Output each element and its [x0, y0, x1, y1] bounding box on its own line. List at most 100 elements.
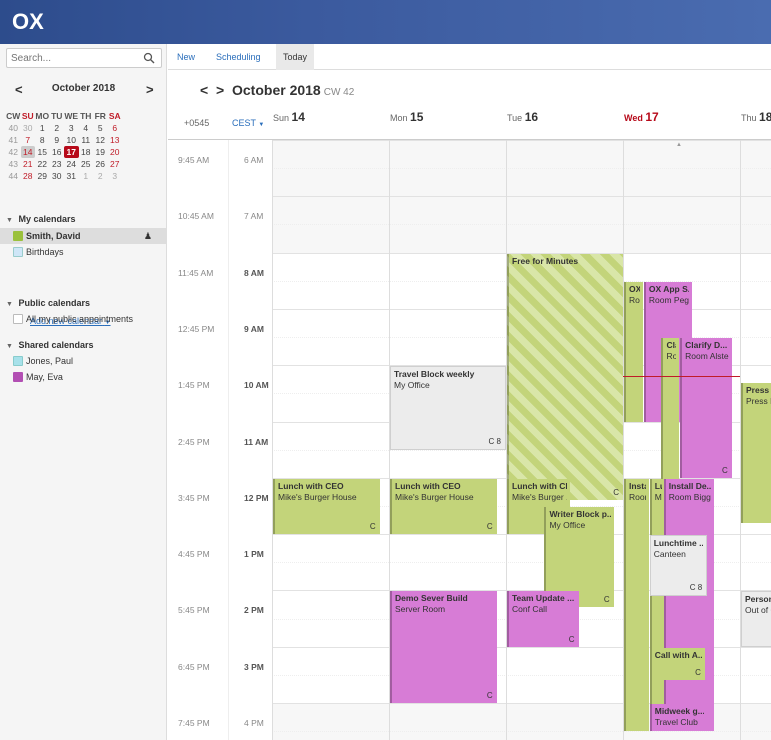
today-button[interactable]: Today [276, 44, 315, 70]
mini-day[interactable]: 14 [20, 146, 35, 158]
appointment[interactable]: OX ARoo [624, 281, 643, 422]
mini-day[interactable]: 27 [108, 158, 123, 170]
appointment[interactable]: Press FPress F [741, 383, 771, 523]
mini-day[interactable]: 1 [79, 170, 94, 182]
public-calendars-header[interactable]: ▼ Public calendars [6, 298, 90, 308]
calendar-item-may[interactable]: May, Eva [0, 369, 166, 385]
calendar-item-public[interactable]: All my public appointments [0, 311, 166, 327]
appointment[interactable]: PersonOut of O [741, 591, 771, 647]
appointment-location: Server Room [395, 604, 446, 615]
mini-day[interactable]: 10 [64, 134, 79, 146]
appointment[interactable]: Lunch with CEO Mike's Burger House C [273, 478, 380, 535]
ox-logo[interactable]: OX [12, 9, 44, 35]
my-calendars-header[interactable]: ▼ My calendars [6, 214, 76, 224]
mini-day[interactable]: 3 [64, 122, 79, 134]
scheduling-button[interactable]: Scheduling [209, 44, 268, 70]
appointment[interactable]: Midweek g... Travel Club [649, 704, 708, 732]
mini-day[interactable]: 24 [64, 158, 79, 170]
mini-week-number[interactable]: 42 [6, 146, 21, 158]
checkbox-unchecked-icon[interactable] [13, 314, 23, 324]
mini-day[interactable]: 5 [93, 122, 108, 134]
appointment-title: OX App S... [648, 283, 689, 294]
time-label-right: 3 PM [244, 661, 264, 672]
calendar-label: Smith, David [26, 231, 81, 241]
next-week-button[interactable]: > [216, 82, 224, 98]
calendar-label: Jones, Paul [26, 356, 74, 366]
mini-day[interactable]: 3 [108, 170, 123, 182]
appointment[interactable]: Demo Sever Build Server Room C [390, 591, 497, 703]
mini-day[interactable]: 26 [93, 158, 108, 170]
mini-day[interactable]: 30 [21, 122, 36, 134]
mini-day[interactable]: 1 [35, 122, 50, 134]
mini-day[interactable]: 19 [93, 146, 108, 158]
timezone-dropdown[interactable]: CEST ▼ [232, 118, 264, 128]
time-label-right: 7 AM [244, 211, 264, 222]
mini-day[interactable]: 16 [50, 146, 65, 158]
mini-week-number[interactable]: 40 [6, 122, 21, 134]
checkbox-unchecked-icon[interactable] [13, 247, 23, 257]
mini-day[interactable]: 8 [35, 134, 50, 146]
mini-day[interactable]: 7 [21, 134, 36, 146]
previous-week-button[interactable]: < [200, 82, 208, 98]
mini-week-number[interactable]: 43 [6, 158, 21, 170]
appointment[interactable]: InstalRoom [624, 478, 649, 732]
mini-day[interactable]: 21 [21, 158, 36, 170]
time-label-right: 1 PM [244, 549, 264, 560]
mini-week-number[interactable]: 44 [6, 170, 21, 182]
search-icon[interactable] [143, 52, 155, 64]
calendar-item-birthdays[interactable]: Birthdays [0, 244, 166, 260]
mini-day[interactable]: 25 [79, 158, 94, 170]
appointment[interactable]: Call with A... C [649, 647, 705, 681]
mini-day[interactable]: 29 [35, 170, 50, 182]
mini-day[interactable]: 28 [21, 170, 36, 182]
mini-day[interactable]: 17 [64, 146, 79, 158]
appointment[interactable]: Lunchtime ... Canteen C 8 [649, 535, 708, 597]
mini-day[interactable]: 23 [50, 158, 65, 170]
appointment[interactable]: Clarify D... Room Alster C [680, 338, 732, 478]
day-header-wed[interactable]: Wed 17 [624, 110, 659, 124]
checkbox-checked-icon[interactable] [13, 231, 23, 241]
calendar-item-smith[interactable]: Smith, David ♟ [0, 228, 166, 244]
shared-calendars-header[interactable]: ▼ Shared calendars [6, 340, 94, 350]
mini-next-month-button[interactable]: > [146, 82, 154, 97]
mini-day[interactable]: 30 [50, 170, 65, 182]
day-header-thu[interactable]: Thu 18 [741, 110, 771, 124]
day-header-sun[interactable]: Sun 14 [273, 110, 305, 124]
appointment[interactable]: Lunch with CEO Mike's Burger House C [390, 478, 497, 535]
appointment-title: Instal [629, 480, 646, 491]
day-header-mon[interactable]: Mon 15 [390, 110, 423, 124]
mini-day[interactable]: 15 [35, 146, 50, 158]
mini-day[interactable]: 6 [108, 122, 123, 134]
mini-week-number[interactable]: 41 [6, 134, 21, 146]
period-title[interactable]: October 2018 CW 42 [232, 82, 354, 98]
mini-day[interactable]: 18 [79, 146, 94, 158]
mini-day[interactable]: 9 [50, 134, 65, 146]
mini-day[interactable]: 12 [93, 134, 108, 146]
appointment[interactable]: Install De... Room Bigge [663, 478, 715, 732]
week-grid[interactable]: 9:45 AM 6 AM 10:45 AM 7 AM 11:45 AM 8 AM 12:45… [168, 140, 771, 740]
scroll-up-arrow-icon[interactable]: ▲ [676, 142, 682, 148]
appointment-title: Lunch with CEO [278, 480, 344, 491]
recurrence-icon: C [568, 634, 575, 644]
mini-day[interactable]: 2 [93, 170, 108, 182]
mini-weekday-header: WE [64, 111, 79, 121]
day-header-tue[interactable]: Tue 16 [507, 110, 538, 124]
appointment[interactable]: Travel Block weekly My Office C 8 [390, 366, 506, 450]
appointment[interactable]: Team Update ... Conf Call C [507, 591, 579, 647]
mini-day[interactable]: 2 [50, 122, 65, 134]
mini-day[interactable]: 22 [35, 158, 50, 170]
mini-day[interactable]: 4 [79, 122, 94, 134]
checkbox-checked-icon[interactable] [13, 372, 23, 382]
search-box[interactable] [6, 48, 162, 68]
calendar-label: All my public appointments [26, 314, 134, 324]
calendar-item-jones[interactable]: Jones, Paul [0, 353, 166, 369]
checkbox-unchecked-icon[interactable] [13, 356, 23, 366]
mini-day[interactable]: 11 [79, 134, 94, 146]
mini-day[interactable]: 31 [64, 170, 79, 182]
appointment[interactable]: Free for Minutes C [507, 253, 623, 501]
mini-day[interactable]: 20 [108, 146, 123, 158]
search-input[interactable] [11, 52, 141, 65]
new-button[interactable]: New [170, 44, 202, 70]
mini-calendar-title[interactable]: October 2018 [0, 83, 167, 94]
mini-day[interactable]: 13 [108, 134, 123, 146]
